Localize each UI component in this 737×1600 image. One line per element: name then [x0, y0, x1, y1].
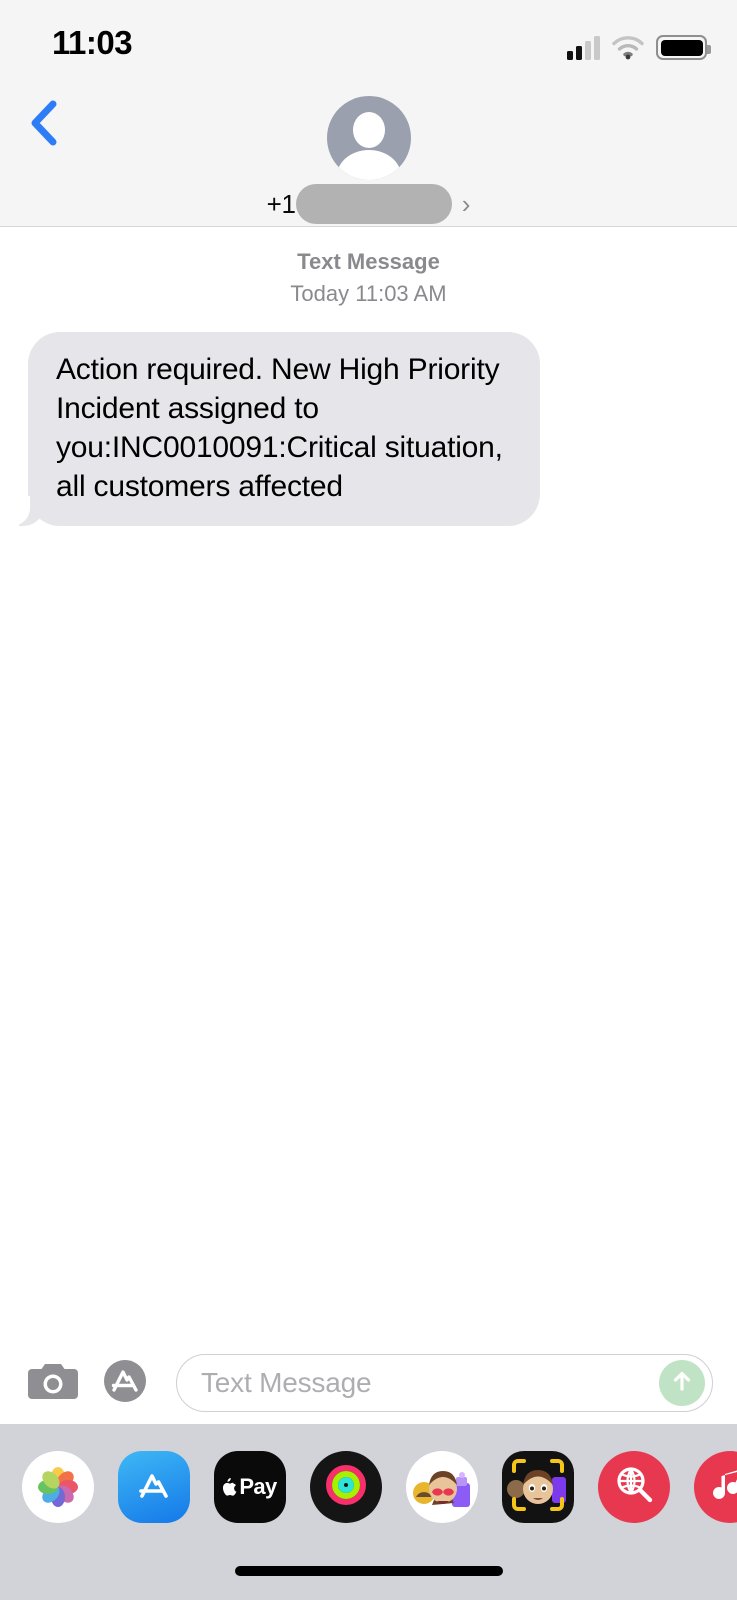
message-input-toolbar: Text Message: [0, 1342, 737, 1424]
contact-header[interactable]: +1 ›: [0, 96, 737, 224]
message-input-field[interactable]: Text Message: [176, 1354, 713, 1412]
app-drawer-list: Pay: [0, 1424, 737, 1534]
status-bar: 11:03: [0, 0, 737, 86]
chevron-left-icon: [29, 99, 59, 152]
cellular-signal-icon: [567, 34, 600, 60]
app-icon-music[interactable]: [694, 1451, 737, 1523]
app-icon-fitness[interactable]: [310, 1451, 382, 1523]
wifi-icon: [612, 36, 644, 60]
imessage-app-drawer: Pay: [0, 1424, 737, 1600]
send-button[interactable]: [659, 1360, 705, 1406]
globe-search-icon: [611, 1462, 657, 1513]
app-icon-images[interactable]: [598, 1451, 670, 1523]
back-button[interactable]: [18, 98, 70, 152]
message-row-incoming: Action required. New High Priority Incid…: [0, 331, 737, 526]
status-bar-indicators: [567, 28, 711, 60]
message-input-placeholder: Text Message: [201, 1367, 372, 1398]
app-store-icon: [130, 1461, 178, 1514]
battery-full-icon: [656, 35, 711, 60]
app-store-button[interactable]: [96, 1354, 154, 1412]
app-icon-memoji[interactable]: [502, 1451, 574, 1523]
camera-icon: [28, 1361, 78, 1406]
status-bar-clock: 11:03: [52, 24, 133, 61]
app-icon-photos[interactable]: [22, 1451, 94, 1523]
memoji-stickers-icon: [410, 1453, 474, 1522]
chevron-right-icon[interactable]: ›: [462, 191, 471, 217]
contact-phone-prefix: +1: [266, 188, 296, 219]
memoji-icon: [504, 1451, 572, 1523]
photos-icon: [35, 1464, 81, 1510]
app-icon-memoji-stickers[interactable]: [406, 1451, 478, 1523]
message-bubble-incoming[interactable]: Action required. New High Priority Incid…: [2, 331, 540, 526]
camera-button[interactable]: [24, 1354, 82, 1412]
redacted-phone-number: [295, 184, 452, 224]
apple-pay-icon: Pay: [223, 1474, 277, 1500]
iphone-messages-screen: 11:03 +1 › Text Message Today 11:03 AM A…: [0, 0, 737, 1600]
message-timestamp-header: Text Message Today 11:03 AM: [0, 246, 737, 310]
activity-rings-icon: [323, 1462, 369, 1513]
send-arrow-up-icon: [669, 1368, 695, 1399]
app-icon-apple-pay[interactable]: Pay: [214, 1451, 286, 1523]
conversation-thread[interactable]: Text Message Today 11:03 AM Action requi…: [0, 228, 737, 1342]
contact-name-row: +1 ›: [266, 184, 471, 224]
contact-avatar-placeholder-icon: [326, 96, 411, 180]
app-icon-app-store[interactable]: [118, 1451, 190, 1523]
home-indicator[interactable]: [234, 1566, 503, 1576]
music-note-icon: [708, 1463, 737, 1512]
message-service-label: Text Message: [297, 249, 440, 274]
app-store-icon: [102, 1358, 148, 1409]
message-datetime: Today 11:03 AM: [290, 280, 447, 306]
apple-pay-label: Pay: [239, 1474, 277, 1499]
navigation-bar: +1 ›: [0, 86, 737, 227]
